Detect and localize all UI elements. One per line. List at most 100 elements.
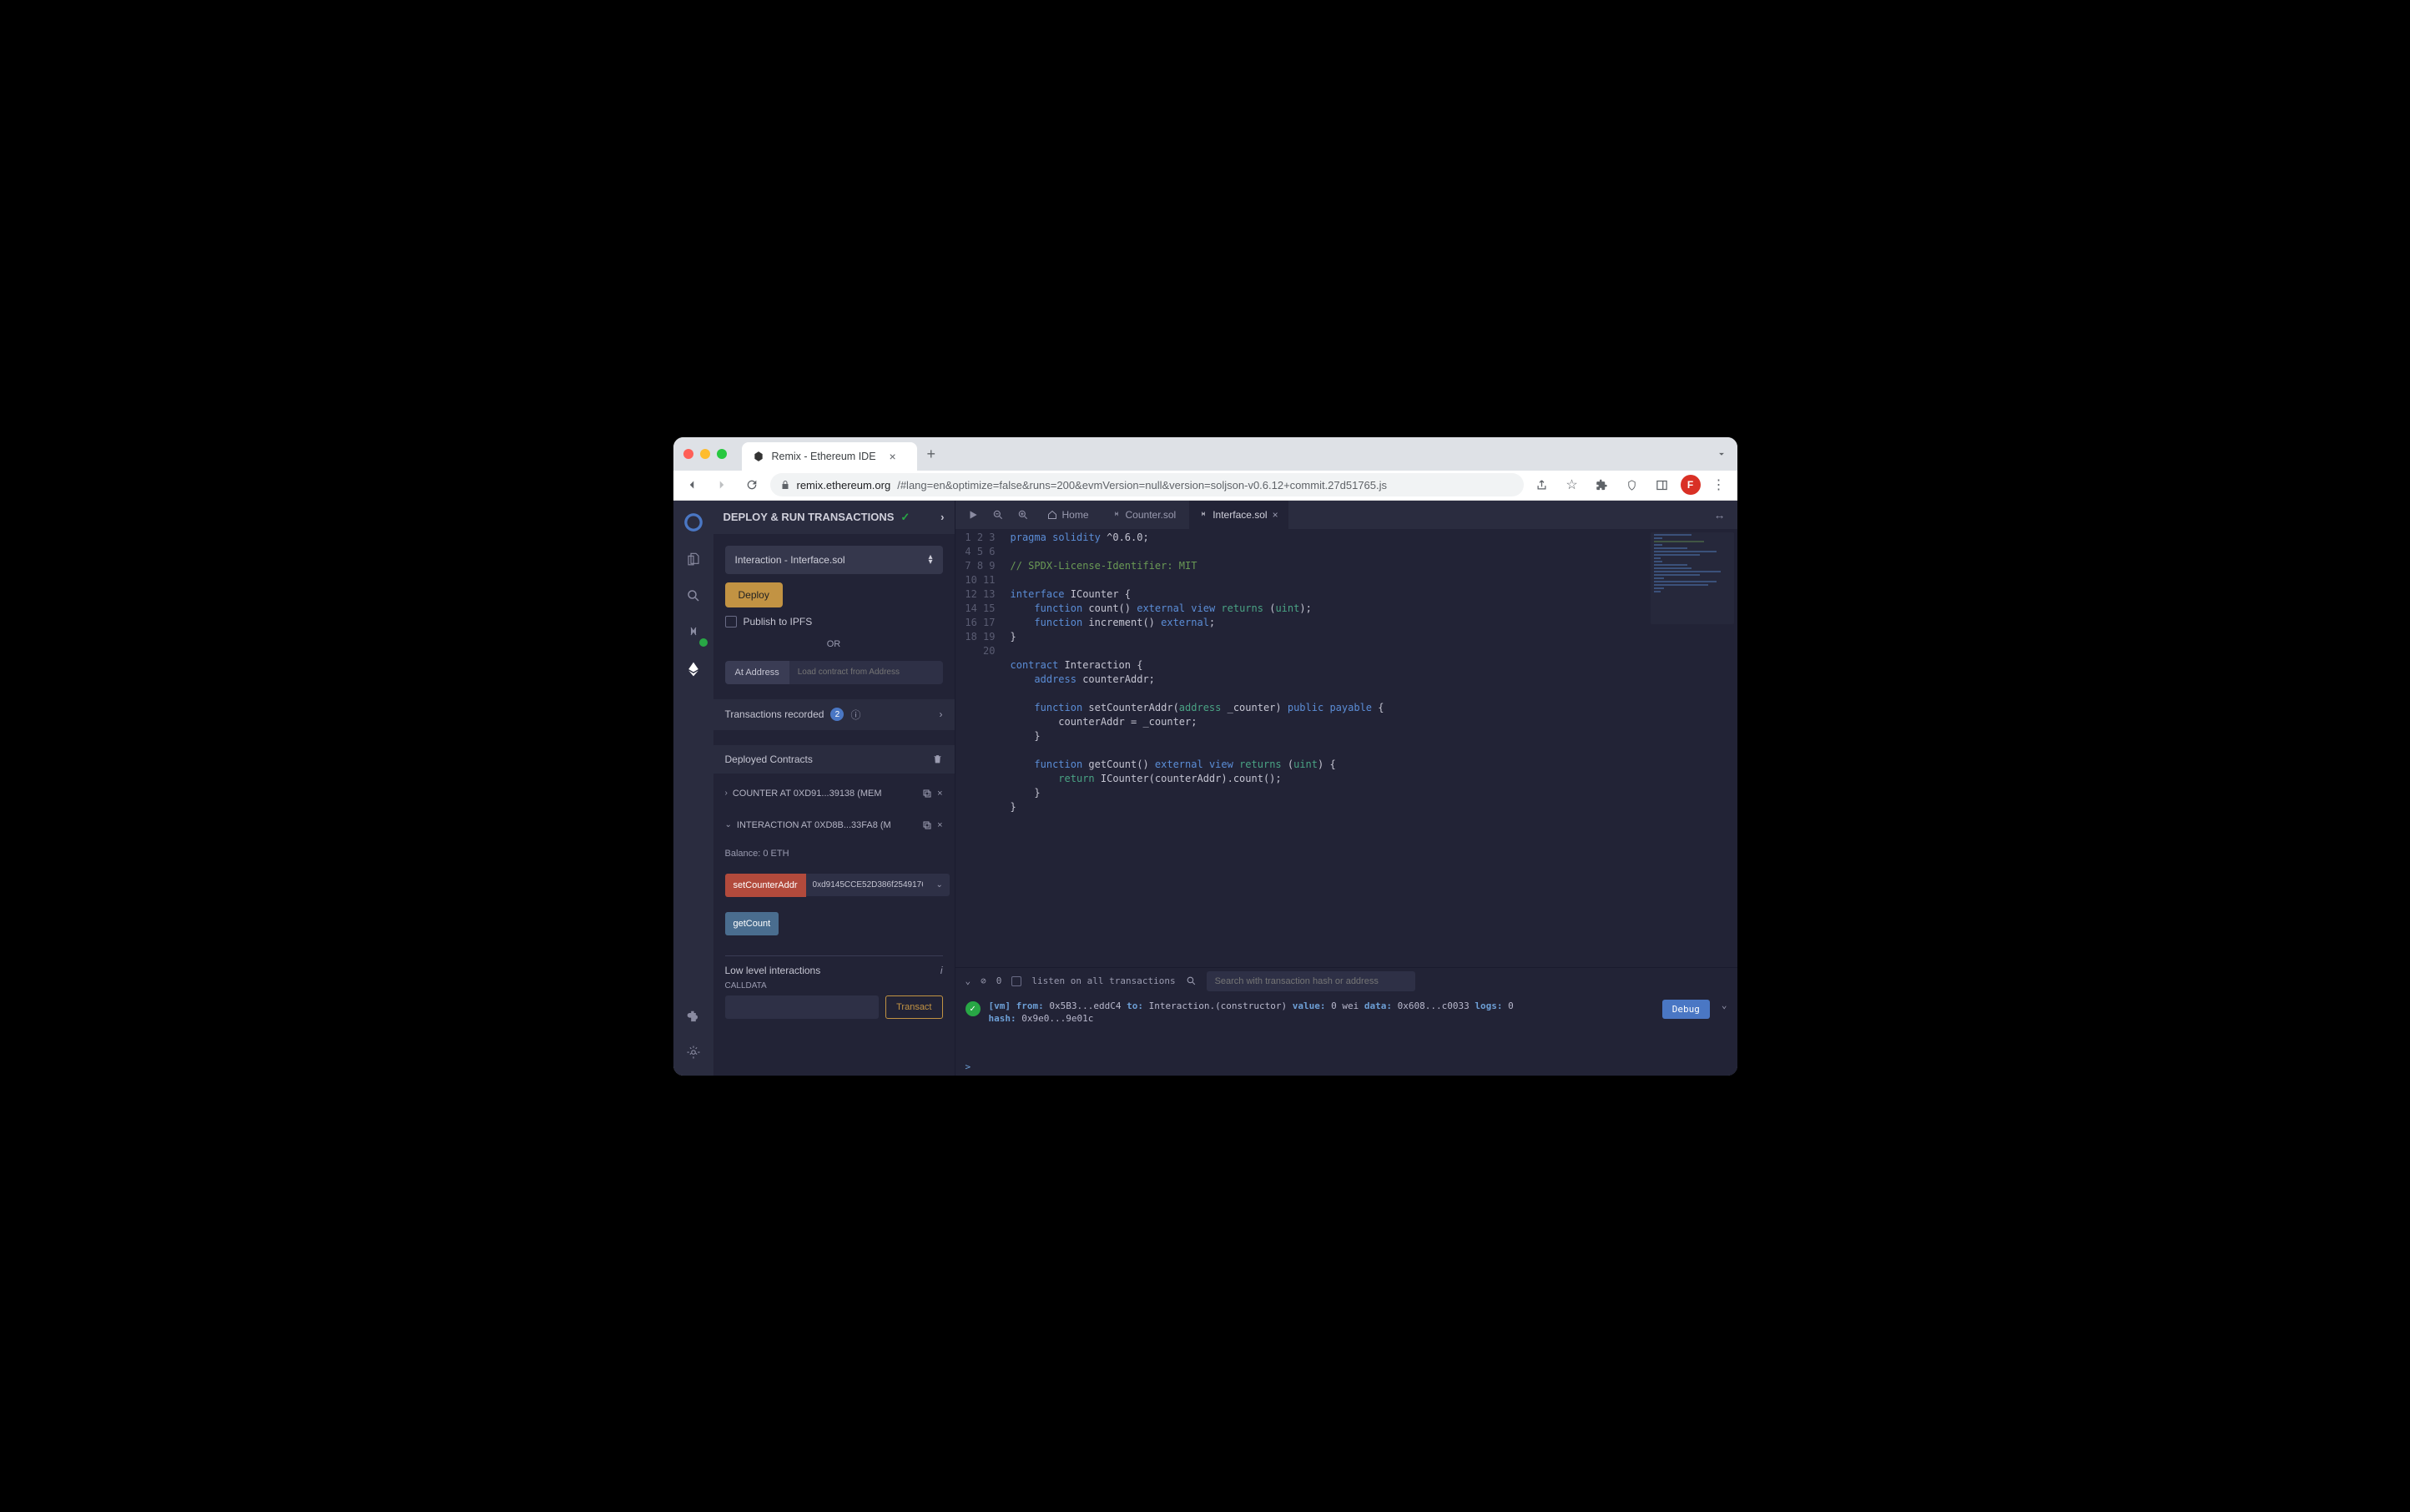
minimap[interactable] [1651, 532, 1734, 624]
terminal-log-entry[interactable]: [vm] from: 0x5B3...eddC4 to: Interaction… [989, 1000, 1654, 1025]
remix-logo-icon[interactable] [677, 506, 710, 539]
extensions-icon[interactable] [1591, 473, 1614, 496]
contract-select[interactable]: Interaction - Interface.sol ▴▾ [725, 546, 943, 574]
trash-icon[interactable] [932, 753, 943, 764]
chrome-menu-icon[interactable]: ⋮ [1707, 473, 1731, 496]
publish-ipfs-row[interactable]: Publish to IPFS [725, 616, 943, 627]
bookmark-icon[interactable]: ☆ [1560, 473, 1584, 496]
run-icon[interactable] [962, 504, 984, 526]
terminal-clear-icon[interactable]: ⊘ [981, 975, 986, 986]
low-level-section: Low level interactions i CALLDATA Transa… [725, 955, 943, 1019]
minimize-window-button[interactable] [700, 449, 710, 459]
close-window-button[interactable] [683, 449, 693, 459]
solidity-file-icon [1112, 510, 1121, 520]
close-icon[interactable]: × [937, 820, 942, 830]
or-separator: OR [725, 639, 943, 649]
getCount-button[interactable]: getCount [725, 912, 779, 935]
tab-close-icon[interactable]: × [1273, 509, 1278, 521]
forward-button[interactable] [710, 473, 734, 496]
setCounterAddr-input[interactable] [806, 874, 930, 896]
zoom-out-icon[interactable] [987, 504, 1009, 526]
listen-checkbox[interactable] [1011, 976, 1021, 986]
side-panel-icon[interactable] [1651, 473, 1674, 496]
tab-counter[interactable]: Counter.sol [1102, 501, 1187, 529]
at-address-button[interactable]: At Address [725, 661, 789, 684]
calldata-label: CALLDATA [725, 981, 943, 990]
info-icon[interactable]: i [940, 965, 943, 976]
back-button[interactable] [680, 473, 703, 496]
icon-sidebar [673, 501, 713, 1076]
panel-body: Interaction - Interface.sol ▴▾ Deploy Pu… [713, 534, 955, 1031]
new-tab-button[interactable]: + [927, 446, 936, 463]
dropdown-caret-icon: ▴▾ [928, 555, 932, 565]
deployed-contracts-bar: Deployed Contracts [713, 745, 955, 774]
info-icon[interactable]: ⓘ [850, 708, 860, 722]
tab-interface[interactable]: Interface.sol × [1189, 501, 1288, 529]
expand-editor-icon[interactable]: ↔ [1709, 504, 1731, 526]
calldata-input[interactable] [725, 995, 880, 1019]
remix-app: DEPLOY & RUN TRANSACTIONS ✓ › Interactio… [673, 501, 1737, 1076]
reload-button[interactable] [740, 473, 764, 496]
url-domain: remix.ethereum.org [797, 479, 891, 491]
terminal: ⌄ ⊘ 0 listen on all transactions ✓ [vm] … [955, 967, 1737, 1076]
contract-select-value: Interaction - Interface.sol [735, 554, 845, 566]
chevron-down-icon: ⌄ [725, 820, 732, 829]
contract-name: COUNTER AT 0XD91...39138 (MEM [733, 789, 917, 799]
url-path: /#lang=en&optimize=false&runs=200&evmVer… [897, 479, 1387, 491]
code-editor[interactable]: 1 2 3 4 5 6 7 8 9 10 11 12 13 14 15 16 1… [955, 529, 1737, 967]
compile-success-badge [698, 638, 708, 648]
tab-close-icon[interactable]: × [890, 450, 896, 463]
home-icon [1047, 510, 1057, 520]
terminal-toolbar: ⌄ ⊘ 0 listen on all transactions [955, 968, 1737, 995]
deploy-button[interactable]: Deploy [725, 582, 783, 607]
panel-header: DEPLOY & RUN TRANSACTIONS ✓ › [713, 501, 955, 534]
listen-label: listen on all transactions [1031, 975, 1175, 986]
terminal-search-input[interactable] [1207, 971, 1415, 991]
expand-params-icon[interactable]: ⌄ [930, 874, 950, 896]
deploy-run-icon[interactable] [677, 653, 710, 686]
traffic-lights [683, 449, 727, 459]
copy-icon[interactable] [922, 820, 932, 830]
contract-name: INTERACTION AT 0XD8B...33FA8 (M [737, 820, 917, 830]
brave-icon[interactable] [1621, 473, 1644, 496]
panel-chevron-icon[interactable]: › [940, 511, 944, 523]
log-expand-icon[interactable]: ⌄ [1722, 1000, 1727, 1011]
profile-avatar[interactable]: F [1681, 475, 1701, 495]
editor-tab-bar: Home Counter.sol Interface.sol × ↔ [955, 501, 1737, 529]
maximize-window-button[interactable] [717, 449, 727, 459]
plugin-manager-icon[interactable] [677, 1000, 710, 1034]
tab-label: Home [1062, 509, 1089, 521]
code-content[interactable]: pragma solidity ^0.6.0; // SPDX-License-… [1006, 529, 1737, 967]
contract-row-counter[interactable]: › COUNTER AT 0XD91...39138 (MEM × [725, 782, 943, 805]
tab-title: Remix - Ethereum IDE [772, 451, 876, 462]
settings-icon[interactable] [677, 1036, 710, 1069]
terminal-prompt[interactable]: > [955, 1058, 1737, 1076]
chevron-right-icon: › [725, 789, 728, 798]
check-icon: ✓ [900, 511, 910, 524]
zoom-in-icon[interactable] [1012, 504, 1034, 526]
debug-button[interactable]: Debug [1662, 1000, 1710, 1019]
terminal-collapse-icon[interactable]: ⌄ [966, 975, 971, 986]
lock-icon [780, 480, 790, 490]
tab-list-button[interactable] [1716, 448, 1727, 460]
search-icon[interactable] [1186, 975, 1197, 986]
chrome-tab-strip: Remix - Ethereum IDE × + [673, 437, 1737, 471]
publish-label: Publish to IPFS [744, 616, 813, 627]
setCounterAddr-button[interactable]: setCounterAddr [725, 874, 806, 897]
close-icon[interactable]: × [937, 789, 942, 799]
at-address-input[interactable] [789, 661, 943, 684]
search-icon[interactable] [677, 579, 710, 612]
copy-icon[interactable] [922, 789, 932, 799]
transact-button[interactable]: Transact [885, 995, 942, 1019]
solidity-compiler-icon[interactable] [677, 616, 710, 649]
checkbox-icon[interactable] [725, 616, 737, 627]
panel-title: DEPLOY & RUN TRANSACTIONS [724, 511, 895, 523]
share-icon[interactable] [1530, 473, 1554, 496]
tab-home[interactable]: Home [1037, 501, 1099, 529]
contract-row-interaction[interactable]: ⌄ INTERACTION AT 0XD8B...33FA8 (M × [725, 814, 943, 837]
transactions-recorded-bar[interactable]: Transactions recorded 2 ⓘ › [713, 699, 955, 730]
setCounterAddr-row: setCounterAddr ⌄ [725, 874, 943, 897]
address-bar[interactable]: remix.ethereum.org /#lang=en&optimize=fal… [770, 473, 1524, 496]
browser-tab[interactable]: Remix - Ethereum IDE × [742, 442, 917, 471]
file-explorer-icon[interactable] [677, 542, 710, 576]
